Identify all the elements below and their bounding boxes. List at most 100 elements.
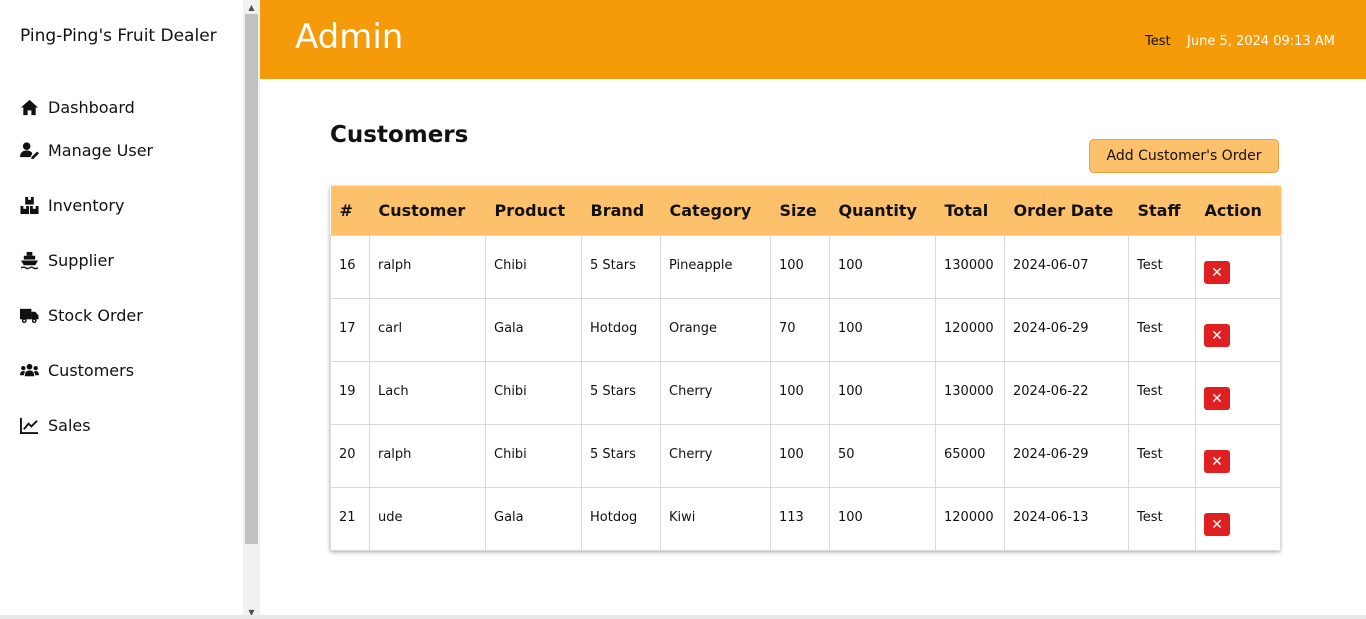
sidebar-item-label: Customers xyxy=(48,361,135,380)
table-header-row: # Customer Product Brand Category Size Quantit… xyxy=(330,186,1281,235)
table-cell: Pineapple xyxy=(660,234,771,299)
column-header: Customer xyxy=(378,200,466,220)
users-icon xyxy=(20,363,39,377)
sidebar-item-sales[interactable]: Sales xyxy=(20,398,153,453)
header-title: Admin xyxy=(295,17,404,57)
delete-button[interactable]: ✕ xyxy=(1204,261,1230,284)
table-cell: Test xyxy=(1128,486,1196,551)
sidebar-item-label: Dashboard xyxy=(48,98,135,117)
table-cell: 16 xyxy=(330,234,370,299)
top-header: Admin Test June 5, 2024 09:13 AM xyxy=(260,0,1366,79)
delete-button[interactable]: ✕ xyxy=(1204,450,1230,473)
column-header: Staff xyxy=(1137,200,1181,220)
action-cell: ✕ xyxy=(1195,234,1281,299)
table-cell: 120000 xyxy=(935,297,1005,362)
table-cell: 130000 xyxy=(935,234,1005,299)
table-cell: ralph xyxy=(369,234,486,299)
table-cell: 70 xyxy=(770,297,830,362)
table-cell: 100 xyxy=(829,297,936,362)
column-header: # xyxy=(339,200,353,220)
add-customer-order-button[interactable]: Add Customer's Order xyxy=(1089,139,1279,173)
delete-button[interactable]: ✕ xyxy=(1204,513,1230,536)
header-user: Test xyxy=(1145,34,1171,49)
table-cell: Chibi xyxy=(485,360,582,425)
column-header: Total xyxy=(944,200,989,220)
close-icon: ✕ xyxy=(1211,390,1223,407)
sidebar-item-label: Supplier xyxy=(48,251,114,270)
table-cell: 100 xyxy=(829,486,936,551)
customers-table-container: # Customer Product Brand Category Size Quantit… xyxy=(330,186,1281,551)
sidebar-item-stock-order[interactable]: Stock Order xyxy=(20,288,153,343)
header-datetime: June 5, 2024 09:13 AM xyxy=(1187,34,1335,49)
scroll-thumb[interactable] xyxy=(245,14,258,544)
table-cell: 2024-06-22 xyxy=(1004,360,1129,425)
sidebar-item-customers[interactable]: Customers xyxy=(20,343,153,398)
table-cell: Test xyxy=(1128,423,1196,488)
table-cell: Test xyxy=(1128,234,1196,299)
column-header: Category xyxy=(669,200,752,220)
table-cell: Hotdog xyxy=(581,486,661,551)
sidebar-scrollbar[interactable]: ▲ ▼ xyxy=(243,0,260,619)
table-cell: Orange xyxy=(660,297,771,362)
table-cell: 2024-06-07 xyxy=(1004,234,1129,299)
table-cell: 2024-06-29 xyxy=(1004,423,1129,488)
customers-table: # Customer Product Brand Category Size Quantit… xyxy=(330,186,1281,551)
table-cell: Chibi xyxy=(485,423,582,488)
table-cell: 21 xyxy=(330,486,370,551)
table-cell: 5 Stars xyxy=(581,360,661,425)
boxes-icon xyxy=(20,196,39,215)
brand-name: Ping-Ping's Fruit Dealer xyxy=(20,26,217,46)
home-icon xyxy=(20,99,39,116)
table-cell: Chibi xyxy=(485,234,582,299)
page-title: Customers xyxy=(330,122,469,148)
table-row: 20 ralph Chibi 5 Stars Cherry 100 50 65000 2024-… xyxy=(330,423,1281,488)
close-icon: ✕ xyxy=(1211,516,1223,533)
table-cell: 19 xyxy=(330,360,370,425)
table-cell: 100 xyxy=(770,234,830,299)
table-cell: Gala xyxy=(485,297,582,362)
column-header: Brand xyxy=(590,200,645,220)
action-cell: ✕ xyxy=(1195,423,1281,488)
table-cell: 5 Stars xyxy=(581,234,661,299)
table-cell: 65000 xyxy=(935,423,1005,488)
table-cell: 113 xyxy=(770,486,830,551)
table-cell: 100 xyxy=(829,360,936,425)
table-cell: Hotdog xyxy=(581,297,661,362)
table-row: 16 ralph Chibi 5 Stars Pineapple 100 100 130000… xyxy=(330,234,1281,299)
ship-icon xyxy=(20,251,39,270)
sidebar-item-inventory[interactable]: Inventory xyxy=(20,178,153,233)
table-row: 21 ude Gala Hotdog Kiwi 113 100 120000 2024-06-1… xyxy=(330,486,1281,551)
chart-line-icon xyxy=(20,417,39,435)
table-cell: Test xyxy=(1128,297,1196,362)
table-cell: Lach xyxy=(369,360,486,425)
user-edit-icon xyxy=(20,142,39,160)
sidebar-item-supplier[interactable]: Supplier xyxy=(20,233,153,288)
sidebar-item-label: Stock Order xyxy=(48,306,143,325)
action-cell: ✕ xyxy=(1195,297,1281,362)
column-header: Action xyxy=(1204,200,1262,220)
sidebar-item-manage-user[interactable]: Manage User xyxy=(20,123,153,178)
sidebar-nav: Dashboard Manage User Inventory Supplier… xyxy=(20,92,153,453)
table-row: 17 carl Gala Hotdog Orange 70 100 120000 2024-06… xyxy=(330,297,1281,362)
delete-button[interactable]: ✕ xyxy=(1204,324,1230,347)
delete-button[interactable]: ✕ xyxy=(1204,387,1230,410)
table-cell: Cherry xyxy=(660,360,771,425)
close-icon: ✕ xyxy=(1211,453,1223,470)
truck-icon xyxy=(20,308,39,324)
table-cell: ralph xyxy=(369,423,486,488)
scroll-up-arrow-icon[interactable]: ▲ xyxy=(243,0,260,14)
table-cell: 2024-06-29 xyxy=(1004,297,1129,362)
bottom-scrollbar xyxy=(0,615,1366,619)
action-cell: ✕ xyxy=(1195,360,1281,425)
table-cell: ude xyxy=(369,486,486,551)
column-header: Order Date xyxy=(1013,200,1114,220)
table-cell: Kiwi xyxy=(660,486,771,551)
sidebar-item-label: Manage User xyxy=(48,141,154,160)
table-cell: 17 xyxy=(330,297,370,362)
table-cell: 100 xyxy=(770,423,830,488)
close-icon: ✕ xyxy=(1211,264,1223,281)
column-header: Size xyxy=(779,200,817,220)
table-cell: 100 xyxy=(770,360,830,425)
sidebar-item-dashboard[interactable]: Dashboard xyxy=(20,92,153,123)
column-header: Quantity xyxy=(838,200,917,220)
